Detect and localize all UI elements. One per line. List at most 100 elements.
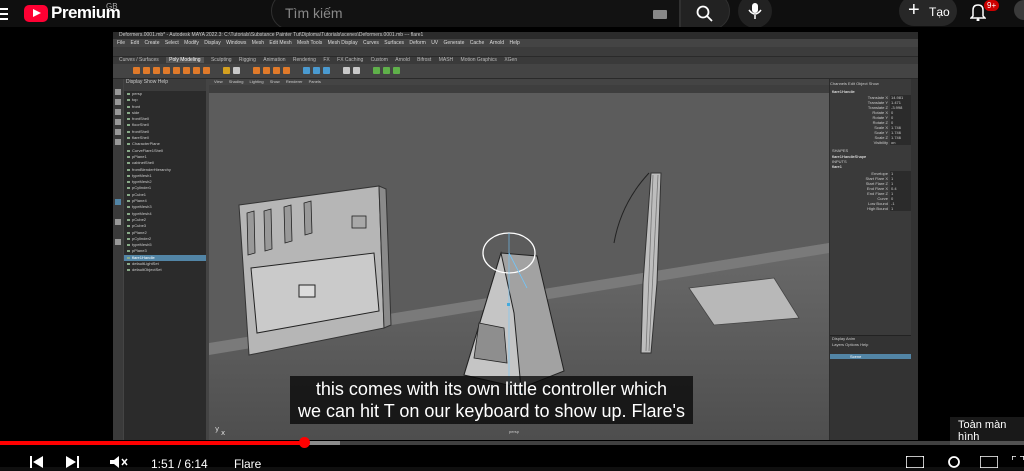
channel-row[interactable]: Visibility on — [830, 140, 912, 145]
miniplayer-icon[interactable] — [980, 456, 998, 468]
viewport-menu-item[interactable]: Shading — [229, 79, 244, 84]
maya-menu-item[interactable]: Curves — [363, 40, 379, 46]
shelf-tab[interactable]: XGen — [504, 57, 517, 63]
maya-menu-item[interactable]: Cache — [470, 40, 484, 46]
maya-menu-item[interactable]: Select — [165, 40, 179, 46]
persp-outliner-icon[interactable] — [115, 239, 121, 245]
maya-menu-item[interactable]: UV — [431, 40, 438, 46]
maya-menu-item[interactable]: Generate — [444, 40, 465, 46]
poly-torus-icon[interactable] — [173, 67, 180, 74]
channel-value[interactable]: 1 — [890, 206, 911, 211]
layer-row[interactable]: Scene — [830, 354, 912, 359]
search-input[interactable]: Tìm kiếm — [271, 0, 680, 30]
smooth-icon[interactable] — [273, 67, 280, 74]
layer-menu-item[interactable]: Help — [860, 342, 868, 347]
maya-menu-item[interactable]: Mesh Display — [328, 40, 358, 46]
poly-plane-icon[interactable] — [183, 67, 190, 74]
maya-menu-item[interactable]: Create — [144, 40, 159, 46]
poly-cone-icon[interactable] — [163, 67, 170, 74]
shelf-tab[interactable]: Rigging — [239, 57, 256, 63]
maya-menu-item[interactable]: File — [117, 40, 125, 46]
mute-icon[interactable] — [110, 456, 128, 468]
search-button[interactable] — [680, 0, 730, 30]
keyboard-icon[interactable] — [653, 10, 667, 19]
outliner-item[interactable]: defaultObjectSet — [124, 267, 206, 273]
four-view-icon[interactable] — [115, 219, 121, 225]
layer-tab[interactable]: Anim — [846, 336, 855, 341]
shelf-tab[interactable]: MASH — [439, 57, 453, 63]
maya-menu-item[interactable]: Arnold — [490, 40, 504, 46]
uv-editor-icon[interactable] — [373, 67, 380, 74]
maya-menu-item[interactable]: Mesh — [252, 40, 264, 46]
bridge-icon[interactable] — [313, 67, 320, 74]
viewport-menu-item[interactable]: Show — [270, 79, 280, 84]
combine-icon[interactable] — [253, 67, 260, 74]
svg-icon[interactable] — [233, 67, 240, 74]
shelf-tab[interactable]: FX — [323, 57, 329, 63]
avatar[interactable] — [1014, 0, 1024, 20]
viewport-menu-item[interactable]: Lighting — [250, 79, 264, 84]
select-tool-icon[interactable] — [115, 89, 121, 95]
shelf-tab[interactable]: Arnold — [395, 57, 409, 63]
maya-menu-item[interactable]: Surfaces — [384, 40, 404, 46]
layer-tab[interactable]: Display — [832, 336, 845, 341]
single-perspective-icon[interactable] — [115, 199, 121, 205]
shelf-tab[interactable]: Rendering — [293, 57, 316, 63]
extrude-icon[interactable] — [303, 67, 310, 74]
maya-menu-item[interactable]: Display — [204, 40, 220, 46]
shelf-tab[interactable]: Bifrost — [417, 57, 431, 63]
attribute-side-tabs[interactable] — [911, 79, 918, 440]
bevel-icon[interactable] — [323, 67, 330, 74]
channel-tab[interactable]: Edit — [848, 81, 855, 86]
type-icon[interactable] — [223, 67, 230, 74]
separate-icon[interactable] — [263, 67, 270, 74]
planar-uv-icon[interactable] — [383, 67, 390, 74]
target-weld-icon[interactable] — [353, 67, 360, 74]
settings-icon[interactable] — [946, 456, 962, 468]
multi-cut-icon[interactable] — [343, 67, 350, 74]
channel-tab[interactable]: Show — [869, 81, 879, 86]
scale-tool-icon[interactable] — [115, 139, 121, 145]
layer-menu-item[interactable]: Options — [845, 342, 859, 347]
move-tool-icon[interactable] — [115, 119, 121, 125]
lasso-tool-icon[interactable] — [115, 99, 121, 105]
outliner-menu-item[interactable]: Help — [158, 79, 168, 85]
paint-select-icon[interactable] — [115, 109, 121, 115]
poly-disc-icon[interactable] — [193, 67, 200, 74]
viewport-menu-item[interactable]: Renderer — [286, 79, 303, 84]
progress-bar[interactable] — [0, 441, 1024, 445]
poly-cube-icon[interactable] — [143, 67, 150, 74]
shelf-tab[interactable]: Curves / Surfaces — [119, 57, 159, 63]
shelf-tab[interactable]: Custom — [371, 57, 388, 63]
voice-search-button[interactable] — [738, 0, 772, 28]
channel-row[interactable]: High Bound 1 — [830, 206, 912, 211]
auto-uv-icon[interactable] — [393, 67, 400, 74]
channel-value[interactable]: on — [890, 140, 911, 145]
previous-icon[interactable] — [30, 456, 44, 468]
shelf-tab-active[interactable]: Poly Modeling — [166, 57, 204, 63]
shelf-tab[interactable]: FX Caching — [337, 57, 363, 63]
maya-menu-item[interactable]: Modify — [184, 40, 199, 46]
layer-menu-item[interactable]: Layers — [832, 342, 844, 347]
rotate-tool-icon[interactable] — [115, 129, 121, 135]
fullscreen-icon[interactable] — [1012, 456, 1024, 468]
subtitles-icon[interactable] — [906, 456, 924, 468]
channel-tab[interactable]: Channels — [830, 81, 847, 86]
maya-menu-item[interactable]: Deform — [409, 40, 425, 46]
channel-tab[interactable]: Object — [856, 81, 868, 86]
poly-cylinder-icon[interactable] — [153, 67, 160, 74]
maya-menu-item[interactable]: Help — [509, 40, 519, 46]
maya-menu-item[interactable]: Mesh Tools — [297, 40, 322, 46]
chapter-button[interactable]: Flare — [234, 457, 261, 471]
shelf-tab[interactable]: Animation — [263, 57, 285, 63]
maya-menu-item[interactable]: Edit — [130, 40, 139, 46]
boolean-icon[interactable] — [283, 67, 290, 74]
poly-pipe-icon[interactable] — [203, 67, 210, 74]
menu-icon[interactable] — [0, 5, 8, 23]
viewport-menu-item[interactable]: View — [214, 79, 223, 84]
poly-sphere-icon[interactable] — [133, 67, 140, 74]
outliner-menu-item[interactable]: Display — [126, 79, 142, 85]
viewport-menu-item[interactable]: Panels — [309, 79, 321, 84]
shelf-tab[interactable]: Sculpting — [211, 57, 232, 63]
maya-menu-item[interactable]: Edit Mesh — [269, 40, 291, 46]
